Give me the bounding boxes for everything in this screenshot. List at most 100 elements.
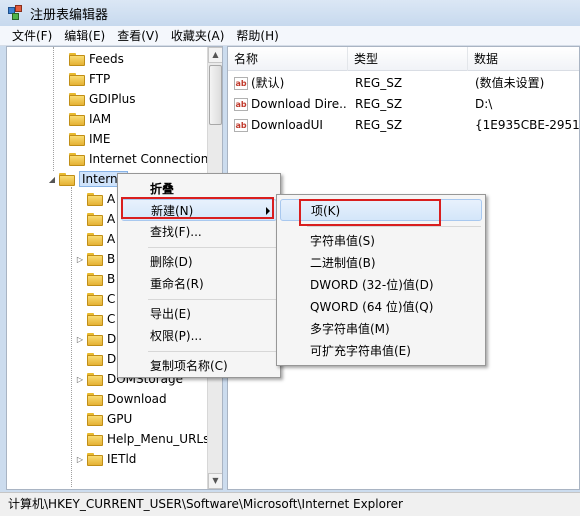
tree-item-label: C [107, 292, 116, 306]
menu-help[interactable]: 帮助(H) [230, 26, 284, 46]
scroll-down-icon[interactable]: ▼ [208, 473, 222, 489]
tree-item-gdiplus[interactable]: GDIPlus [57, 89, 136, 109]
tree-item-help-menu-urls[interactable]: Help_Menu_URLs [75, 429, 209, 449]
tree-item-label: A [107, 232, 116, 246]
menu-view[interactable]: 查看(V) [111, 26, 165, 46]
list-header: 名称 类型 数据 [228, 47, 579, 71]
tree-item-child[interactable]: A [75, 209, 115, 229]
menu-item-dword-value[interactable]: DWORD (32-位)值(D) [277, 274, 485, 296]
tree-item-label: C [107, 312, 116, 326]
tree-item-child[interactable]: ▷ B [75, 249, 115, 269]
tree-item-download[interactable]: Download [75, 389, 167, 409]
value-name: DownloadUI [251, 118, 323, 132]
menu-item-binary-value[interactable]: 二进制值(B) [277, 252, 485, 274]
tree-item-label: D [107, 352, 117, 366]
list-item[interactable]: abDownloadUI REG_SZ {1E935CBE-2951-4 [228, 115, 580, 136]
folder-icon [87, 292, 103, 306]
folder-icon [69, 52, 85, 66]
folder-icon [69, 152, 85, 166]
tree-item-child[interactable]: C [75, 289, 115, 309]
column-header-name[interactable]: 名称 [228, 47, 348, 71]
tree-item-child[interactable]: A [75, 229, 115, 249]
menu-item-rename[interactable]: 重命名(R) [118, 273, 280, 295]
menu-item-find[interactable]: 查找(F)... [118, 221, 280, 243]
title-bar: 注册表编辑器 [0, 0, 580, 26]
list-item[interactable]: ab Download Dire... REG_SZ D:\ [228, 94, 579, 115]
value-name: Download Dire... [251, 97, 348, 111]
value-data: D:\ [475, 97, 493, 111]
folder-icon [87, 192, 103, 206]
list-item[interactable]: ab (默认) REG_SZ (数值未设置) [228, 73, 579, 94]
string-value-icon: ab [234, 77, 248, 90]
tree-item-child[interactable]: ▷ D [75, 329, 116, 349]
tree-item-label: A [107, 212, 116, 226]
folder-icon [87, 392, 103, 406]
tree-item-internet-explorer[interactable]: ◢ Interne [47, 169, 128, 189]
tree-item-label: Help_Menu_URLs [107, 432, 210, 446]
status-bar-path: 计算机\HKEY_CURRENT_USER\Software\Microsoft… [0, 492, 580, 516]
folder-icon [87, 412, 103, 426]
highlight-box-key [299, 199, 441, 226]
tree-item-label: GPU [107, 412, 133, 426]
tree-item-child[interactable]: B [75, 269, 115, 289]
folder-icon [87, 232, 103, 246]
tree-item-gpu[interactable]: GPU [75, 409, 132, 429]
menu-item-export[interactable]: 导出(E) [118, 303, 280, 325]
menu-edit[interactable]: 编辑(E) [58, 26, 111, 46]
menu-item-copy-key-name[interactable]: 复制项名称(C) [118, 355, 280, 377]
expand-arrow-icon[interactable]: ▷ [75, 375, 85, 384]
folder-icon [87, 452, 103, 466]
window-title: 注册表编辑器 [30, 7, 109, 23]
column-header-type[interactable]: 类型 [348, 47, 468, 71]
tree-item-ftp[interactable]: FTP [57, 69, 110, 89]
folder-icon [87, 272, 103, 286]
column-header-data[interactable]: 数据 [468, 47, 579, 71]
tree-item-feeds[interactable]: Feeds [57, 49, 124, 69]
menu-item-multi-string-value[interactable]: 多字符串值(M) [277, 318, 485, 340]
highlight-box-new [121, 197, 274, 219]
folder-icon [59, 172, 75, 186]
tree-item-iam[interactable]: IAM [57, 109, 111, 129]
folder-icon [69, 92, 85, 106]
tree-item-label: FTP [89, 72, 111, 86]
value-data: (数值未设置) [475, 76, 545, 90]
scrollbar-thumb[interactable] [209, 65, 222, 125]
tree-item-label: B [107, 252, 116, 266]
folder-icon [69, 112, 85, 126]
folder-icon [87, 312, 103, 326]
menu-favorites[interactable]: 收藏夹(A) [165, 26, 231, 46]
menu-bar: 文件(F) 编辑(E) 查看(V) 收藏夹(A) 帮助(H) [0, 26, 580, 46]
menu-item-qword-value[interactable]: QWORD (64 位)值(Q) [277, 296, 485, 318]
expand-arrow-icon[interactable]: ▷ [75, 255, 85, 264]
folder-icon [87, 252, 103, 266]
value-type: REG_SZ [355, 76, 403, 90]
tree-item-ime[interactable]: IME [57, 129, 110, 149]
folder-icon [69, 132, 85, 146]
expand-arrow-icon[interactable]: ▷ [75, 455, 85, 464]
tree-item-label: Feeds [89, 52, 124, 66]
tree-item-label: Download [107, 392, 167, 406]
tree-item-label: A [107, 192, 116, 206]
folder-icon [87, 332, 103, 346]
tree-item-label: D [107, 332, 117, 346]
collapse-arrow-icon[interactable]: ◢ [47, 175, 57, 184]
tree-item-child[interactable]: C [75, 309, 115, 329]
value-data: {1E935CBE-2951-4 [475, 118, 580, 132]
tree-item-label: B [107, 272, 116, 286]
scroll-up-icon[interactable]: ▲ [208, 47, 222, 63]
menu-item-string-value[interactable]: 字符串值(S) [277, 230, 485, 252]
menu-item-expandable-string-value[interactable]: 可扩充字符串值(E) [277, 340, 485, 362]
tree-item-child[interactable]: D [75, 349, 116, 369]
expand-arrow-icon[interactable]: ▷ [75, 335, 85, 344]
folder-icon [87, 372, 103, 386]
tree-item-ietld[interactable]: ▷ IETld [75, 449, 136, 469]
folder-icon [87, 432, 103, 446]
tree-item-child[interactable]: A [75, 189, 115, 209]
tree-item-label: IETld [107, 452, 137, 466]
folder-icon [69, 72, 85, 86]
menu-item-permissions[interactable]: 权限(P)... [118, 325, 280, 347]
folder-icon [87, 352, 103, 366]
tree-item-internet-connection[interactable]: Internet Connection [57, 149, 208, 169]
menu-file[interactable]: 文件(F) [6, 26, 58, 46]
menu-item-delete[interactable]: 删除(D) [118, 251, 280, 273]
